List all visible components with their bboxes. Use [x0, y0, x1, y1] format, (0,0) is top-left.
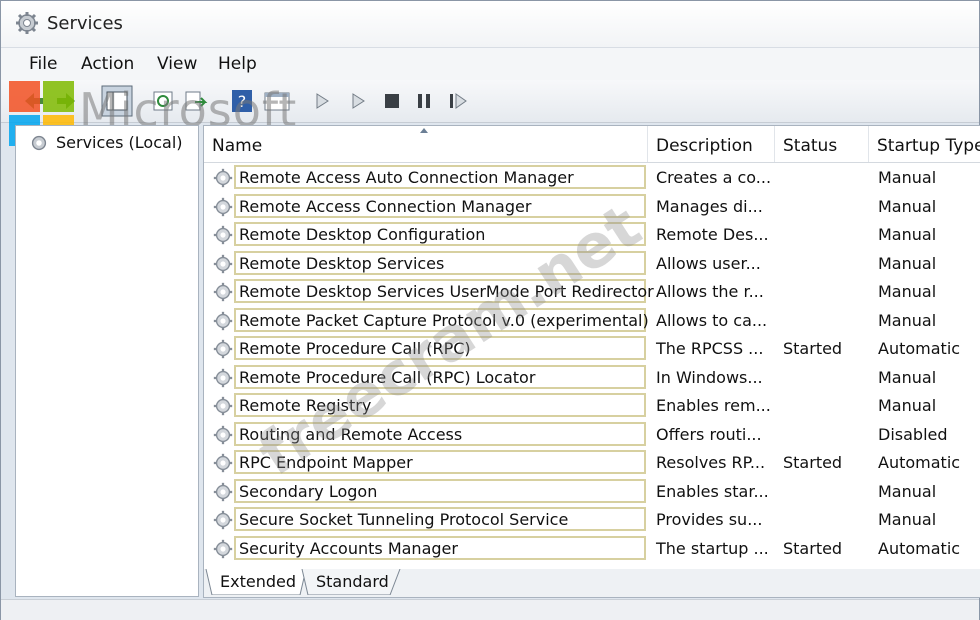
- menu-help[interactable]: Help: [218, 54, 257, 74]
- service-description: The startup ...: [656, 538, 769, 558]
- service-row[interactable]: Security Accounts Manager The startup ...…: [204, 535, 980, 563]
- tree-item-services-local[interactable]: Services (Local): [22, 130, 192, 154]
- menu-view[interactable]: View: [157, 54, 197, 74]
- service-startup-type: Automatic: [878, 453, 961, 472]
- service-row[interactable]: Remote Access Auto Connection Manager Cre…: [204, 164, 980, 192]
- services-window: Services File Action View Help ? Microso…: [0, 0, 980, 620]
- column-header-status[interactable]: Status: [775, 126, 869, 162]
- service-startup-type: Automatic: [878, 538, 961, 558]
- services-gear-icon: [16, 12, 38, 34]
- service-gear-icon: [213, 396, 233, 416]
- service-description: Offers routi...: [656, 424, 762, 444]
- logo-square-green: [43, 81, 74, 112]
- service-status: Started: [783, 538, 843, 558]
- service-name: Remote Desktop Services: [239, 253, 445, 273]
- service-gear-icon: [213, 453, 233, 473]
- service-gear-icon: [213, 339, 233, 359]
- service-description: Remote Des...: [656, 225, 769, 244]
- stop-service-icon[interactable]: [379, 88, 405, 114]
- service-description: Creates a co...: [656, 168, 772, 187]
- service-startup-type: Manual: [878, 253, 937, 273]
- service-name-cell: Secure Socket Tunneling Protocol Service: [234, 507, 646, 531]
- tree-label: Services (Local): [56, 133, 183, 152]
- menu-bar: File Action View Help: [1, 47, 979, 80]
- service-name: Security Accounts Manager: [239, 538, 458, 558]
- service-name-cell: Remote Access Auto Connection Manager: [234, 165, 646, 189]
- service-description: Allows user...: [656, 253, 761, 273]
- service-gear-icon: [213, 482, 233, 501]
- column-header-startup-type[interactable]: Startup Type: [869, 126, 980, 162]
- service-description: Allows the r...: [656, 282, 764, 301]
- status-bar: [1, 599, 979, 620]
- service-description: Enables rem...: [656, 396, 771, 415]
- service-row[interactable]: Secondary Logon Enables star... Manual: [204, 478, 980, 506]
- service-name: Secure Socket Tunneling Protocol Service: [239, 510, 569, 529]
- column-header-description[interactable]: Description: [648, 126, 775, 162]
- service-startup-type: Manual: [878, 367, 937, 387]
- service-description: Enables star...: [656, 481, 769, 501]
- service-startup-type: Manual: [878, 310, 937, 330]
- service-startup-type: Manual: [878, 481, 937, 501]
- service-name-cell: Security Accounts Manager: [234, 535, 646, 560]
- service-gear-icon: [213, 311, 233, 330]
- service-gear-icon: [213, 368, 233, 387]
- service-status: Started: [783, 339, 843, 358]
- services-list-pane: Name Description Status Startup Type Rem…: [203, 125, 980, 571]
- restart-service-icon[interactable]: [445, 88, 471, 114]
- service-startup-type: Manual: [878, 225, 937, 244]
- service-gear-icon: [213, 225, 233, 245]
- logo-square-red: [9, 81, 40, 112]
- service-startup-type: Manual: [878, 282, 937, 301]
- sort-ascending-icon: [420, 128, 428, 133]
- view-tabs: Extended Standard: [203, 569, 980, 598]
- menu-file[interactable]: File: [29, 54, 57, 74]
- service-startup-type: Manual: [878, 196, 937, 216]
- window-title: Services: [47, 13, 123, 34]
- service-startup-type: Manual: [878, 396, 937, 415]
- tab-standard[interactable]: Standard: [302, 569, 398, 595]
- service-gear-icon: [213, 539, 233, 558]
- services-gear-icon: [31, 135, 47, 151]
- service-row[interactable]: Remote Procedure Call (RPC) The RPCSS ...…: [204, 335, 980, 363]
- service-gear-icon: [213, 254, 233, 273]
- service-description: The RPCSS ...: [656, 339, 764, 358]
- service-gear-icon: [213, 425, 233, 444]
- service-startup-type: Manual: [878, 510, 937, 529]
- service-row[interactable]: Secure Socket Tunneling Protocol Service…: [204, 506, 980, 534]
- service-status: Started: [783, 453, 843, 472]
- start-service-icon[interactable]: [345, 88, 371, 114]
- service-description: In Windows...: [656, 367, 763, 387]
- service-startup-type: Manual: [878, 168, 937, 187]
- service-gear-icon: [213, 197, 233, 216]
- title-bar: Services: [1, 1, 979, 47]
- service-startup-type: Disabled: [878, 424, 948, 444]
- console-tree-pane: Services (Local): [15, 125, 199, 597]
- service-gear-icon: [213, 168, 233, 188]
- service-row[interactable]: Remote Packet Capture Protocol v.0 (expe…: [204, 307, 980, 335]
- start-icon[interactable]: [309, 88, 335, 114]
- service-description: Resolves RP...: [656, 453, 766, 472]
- service-name: Remote Access Auto Connection Manager: [239, 168, 574, 187]
- service-startup-type: Automatic: [878, 339, 961, 358]
- tab-extended[interactable]: Extended: [206, 569, 302, 595]
- pause-service-icon[interactable]: [411, 88, 437, 114]
- service-name: Secondary Logon: [239, 481, 378, 501]
- column-header-row: Name Description Status Startup Type: [204, 126, 980, 163]
- menu-action[interactable]: Action: [81, 54, 134, 74]
- service-description: Manages di...: [656, 196, 763, 216]
- service-name: Remote Desktop Configuration: [239, 225, 486, 244]
- service-gear-icon: [213, 510, 233, 530]
- service-name: Remote Access Connection Manager: [239, 196, 532, 216]
- service-description: Allows to ca...: [656, 310, 768, 330]
- service-gear-icon: [213, 282, 233, 302]
- service-description: Provides su...: [656, 510, 763, 529]
